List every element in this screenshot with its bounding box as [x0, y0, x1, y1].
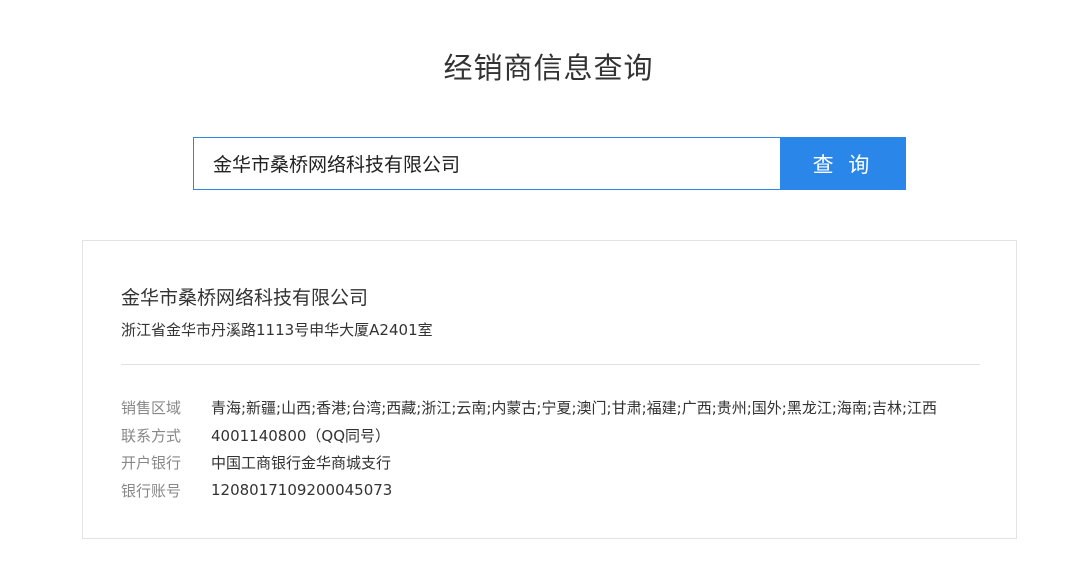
info-row-contact: 联系方式 4001140800（QQ同号）: [121, 422, 1001, 450]
info-label: 销售区域: [121, 399, 182, 418]
info-row-bank: 开户银行 中国工商银行金华商城支行: [121, 449, 1001, 477]
info-value: 中国工商银行金华商城支行: [211, 454, 392, 473]
info-value: 1208017109200045073: [211, 481, 393, 500]
query-button[interactable]: 查 询: [780, 137, 906, 190]
search-input[interactable]: [193, 137, 780, 190]
page-title: 经销商信息查询: [443, 51, 654, 85]
search-bar: 查 询: [193, 137, 906, 190]
divider: [121, 364, 980, 365]
info-label: 银行账号: [121, 481, 182, 500]
info-list: 销售区域 青海;新疆;山西;香港;台湾;西藏;浙江;云南;内蒙古;宁夏;澳门;甘…: [121, 394, 1001, 504]
info-label: 联系方式: [121, 426, 182, 445]
info-label: 开户银行: [121, 454, 182, 473]
info-value: 4001140800（QQ同号）: [211, 426, 391, 445]
company-name: 金华市桑桥网络科技有限公司: [121, 287, 369, 309]
info-value: 青海;新疆;山西;香港;台湾;西藏;浙江;云南;内蒙古;宁夏;澳门;甘肃;福建;…: [211, 399, 938, 418]
info-row-account: 银行账号 1208017109200045073: [121, 477, 1001, 505]
dealer-query-page: 经销商信息查询 查 询 金华市桑桥网络科技有限公司 浙江省金华市丹溪路1113号…: [0, 0, 1085, 584]
info-row-sales-region: 销售区域 青海;新疆;山西;香港;台湾;西藏;浙江;云南;内蒙古;宁夏;澳门;甘…: [121, 394, 1001, 422]
result-card: 金华市桑桥网络科技有限公司 浙江省金华市丹溪路1113号申华大厦A2401室 销…: [82, 240, 1017, 539]
company-address: 浙江省金华市丹溪路1113号申华大厦A2401室: [121, 321, 433, 339]
